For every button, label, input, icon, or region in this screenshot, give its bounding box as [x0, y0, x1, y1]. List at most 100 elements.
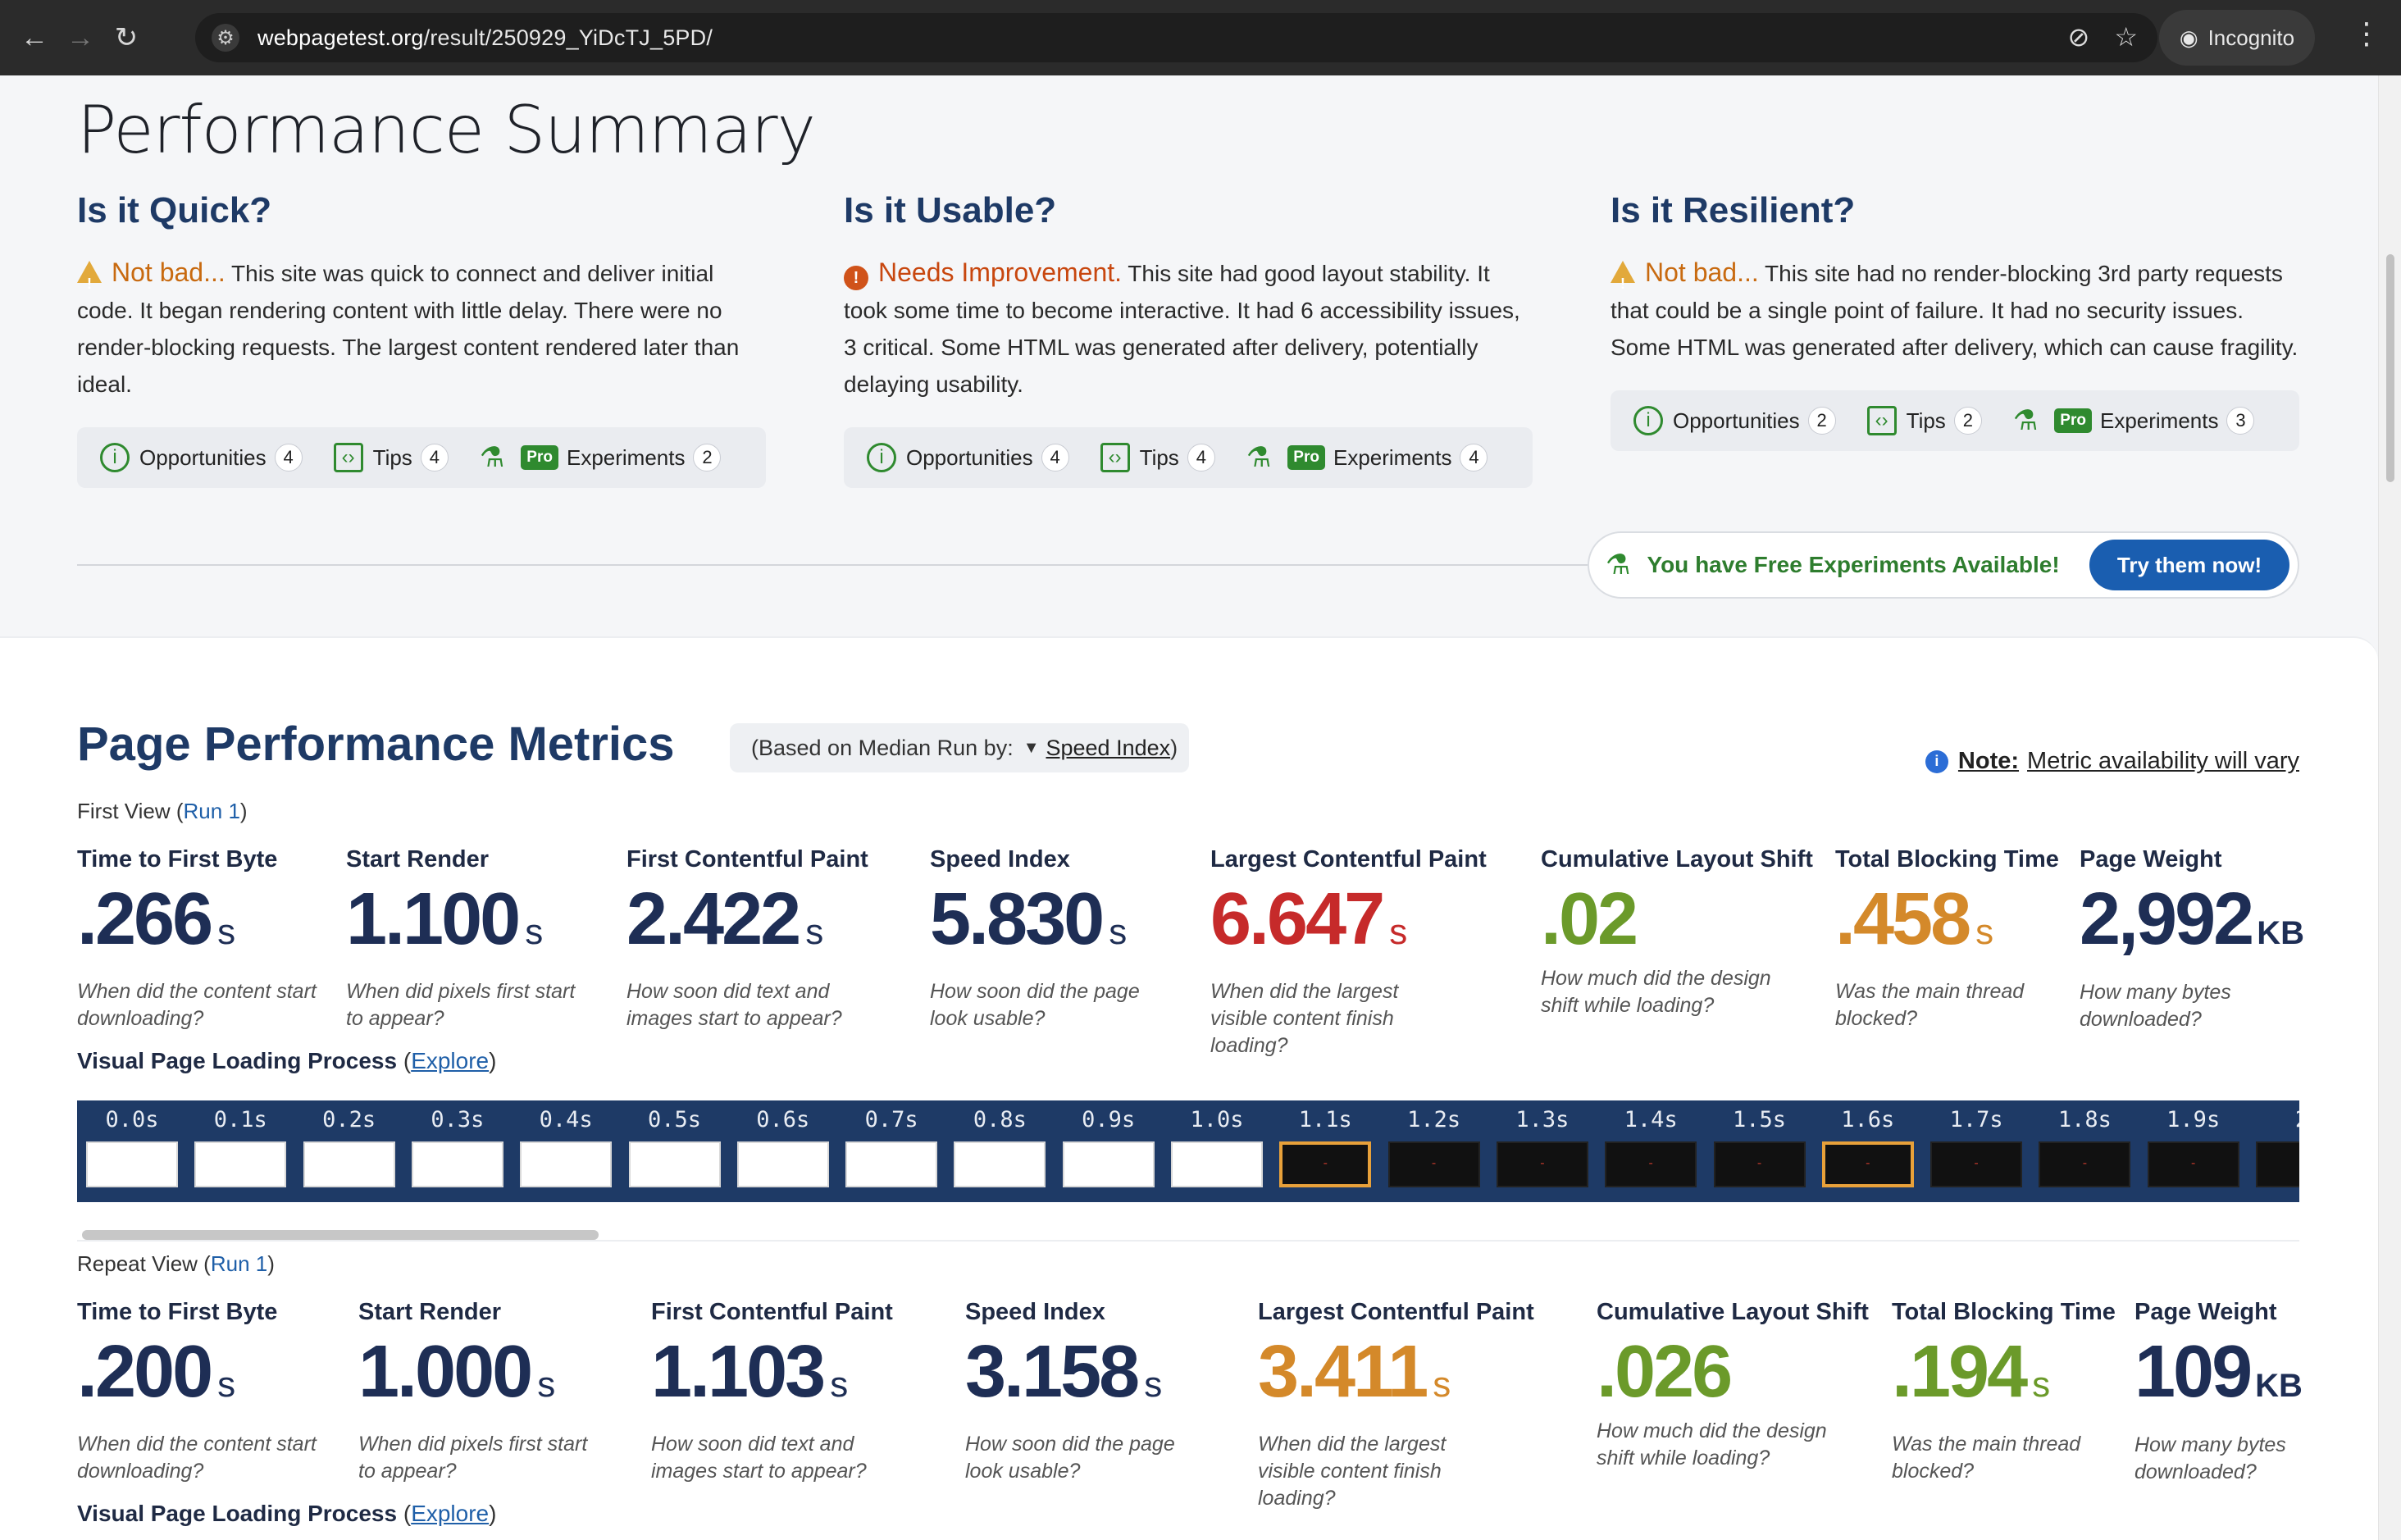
filmstrip-frame[interactable]: 1.5s	[1706, 1100, 1814, 1202]
summary-actions: i Opportunities 4 ‹› Tips 4 ⚗ Pro Experiments 4	[844, 427, 1533, 488]
opportunities-button[interactable]: i Opportunities 2	[1633, 406, 1836, 435]
browser-menu-icon[interactable]: ⋮	[2352, 16, 2381, 51]
filmstrip-frame[interactable]: 1.3s	[1488, 1100, 1597, 1202]
experiments-button[interactable]: ⚗ Pro Experiments 3	[2013, 404, 2255, 437]
metric-time-to-first-byte: Time to First Byte .200 s When did the cont…	[77, 1299, 323, 1485]
filmstrip-frame[interactable]: 1.9s	[2139, 1100, 2248, 1202]
experiments-button[interactable]: ⚗ Pro Experiments 4	[1246, 441, 1488, 474]
site-info-icon[interactable]: ⚙	[212, 24, 239, 52]
first-view-metrics: Time to First Byte .266 s When did the cont…	[77, 846, 2304, 1057]
incognito-badge[interactable]: ◉ Incognito	[2159, 10, 2315, 66]
page-scrollbar[interactable]	[2378, 75, 2401, 1540]
frame-thumbnail[interactable]	[520, 1141, 613, 1187]
filmstrip-frame[interactable]: 1.6s	[1814, 1100, 1922, 1202]
filmstrip-frame[interactable]: 0.8s	[945, 1100, 1054, 1202]
metric-description: How much did the design shift while load…	[1541, 967, 1771, 1017]
count-badge: 4	[1460, 444, 1488, 472]
repeat-view-run-link[interactable]: Run 1	[211, 1251, 267, 1276]
metric-name: Total Blocking Time	[1835, 846, 2059, 873]
frame-thumbnail[interactable]	[2039, 1141, 2131, 1187]
frame-thumbnail[interactable]	[1821, 1141, 1914, 1187]
tips-button[interactable]: ‹› Tips 2	[1866, 406, 1982, 435]
explore-link[interactable]: Explore	[411, 1501, 489, 1526]
filmstrip[interactable]: 0.0s 0.1s 0.2s 0.3s 0.4s 0.5s 0.6s 0.7s 0.8s 0.9s…	[77, 1100, 2299, 1202]
filmstrip-frame[interactable]: 0.2s	[295, 1100, 403, 1202]
summary-actions: i Opportunities 4 ‹› Tips 4 ⚗ Pro Experiments 2	[77, 427, 766, 488]
opportunities-button[interactable]: i Opportunities 4	[867, 443, 1069, 472]
opportunities-button[interactable]: i Opportunities 4	[100, 443, 303, 472]
frame-thumbnail[interactable]	[1930, 1141, 2023, 1187]
experiments-button[interactable]: ⚗ Pro Experiments 2	[480, 441, 722, 474]
note-text[interactable]: Metric availability will vary	[2027, 748, 2299, 775]
metric-unit: s	[217, 1365, 236, 1405]
filmstrip-frame[interactable]: 1.7s	[1922, 1100, 2030, 1202]
bookmark-star-icon[interactable]: ☆	[2114, 21, 2138, 52]
filmstrip-frame[interactable]: 0.0s	[78, 1100, 186, 1202]
frame-time: 0.2s	[322, 1107, 376, 1132]
back-icon[interactable]: ←	[11, 15, 57, 61]
filmstrip-frame[interactable]: 0.3s	[403, 1100, 512, 1202]
metric-name: Time to First Byte	[77, 846, 278, 873]
median-run-selector[interactable]: (Based on Median Run by: ▼ Speed Index )	[730, 723, 1189, 772]
frame-thumbnail[interactable]	[1171, 1141, 1263, 1187]
tips-icon: ‹›	[1866, 406, 1897, 435]
frame-thumbnail[interactable]	[954, 1141, 1046, 1187]
filmstrip-frame[interactable]: 1.0s	[1163, 1100, 1271, 1202]
frame-thumbnail[interactable]	[1279, 1141, 1372, 1187]
frame-thumbnail[interactable]	[411, 1141, 503, 1187]
filmstrip-frame[interactable]: 0.4s	[512, 1100, 620, 1202]
frame-thumbnail[interactable]	[86, 1141, 178, 1187]
frame-thumbnail[interactable]	[845, 1141, 938, 1187]
tips-button[interactable]: ‹› Tips 4	[333, 443, 449, 472]
page-scrollbar-thumb[interactable]	[2386, 254, 2394, 482]
frame-thumbnail[interactable]	[1605, 1141, 1697, 1187]
filmstrip-frame[interactable]: 0.9s	[1055, 1100, 1163, 1202]
reload-icon[interactable]: ↻	[103, 15, 149, 61]
filmstrip-frame[interactable]: 1.1s	[1271, 1100, 1379, 1202]
median-metric[interactable]: Speed Index	[1046, 736, 1171, 761]
metric-description: How soon did text and images start to ap…	[626, 980, 842, 1030]
filmstrip-frame[interactable]: 0.7s	[837, 1100, 945, 1202]
explore-link[interactable]: Explore	[411, 1048, 489, 1073]
summary-heading: Is it Resilient?	[1611, 190, 1856, 230]
filmstrip-frame[interactable]: 1.4s	[1597, 1100, 1705, 1202]
frame-thumbnail[interactable]	[1062, 1141, 1155, 1187]
frame-thumbnail[interactable]	[1387, 1141, 1480, 1187]
filmstrip-frame[interactable]: 1.2s	[1380, 1100, 1488, 1202]
filmstrip-scrollbar[interactable]	[77, 1227, 2299, 1242]
frame-thumbnail[interactable]	[1713, 1141, 1806, 1187]
scrollbar-thumb[interactable]	[82, 1230, 599, 1240]
summary-column: Is it Resilient? Not bad... This site had…	[1611, 190, 2299, 451]
first-view-vplp: Visual Page Loading Process (Explore)	[77, 1048, 497, 1073]
metric-availability-note[interactable]: i Note: Metric availability will vary	[1925, 748, 2299, 775]
frame-thumbnail[interactable]	[736, 1141, 829, 1187]
address-bar[interactable]: ⚙ webpagetest.org/result/250929_YiDcTJ_5…	[195, 13, 2157, 62]
first-view-run-link[interactable]: Run 1	[184, 799, 240, 823]
tracking-protection-icon[interactable]: ⊘	[2068, 21, 2090, 52]
metric-value: 6.647 s	[1210, 878, 1408, 960]
frame-thumbnail[interactable]	[303, 1141, 395, 1187]
filmstrip-frame[interactable]: 2	[2248, 1100, 2299, 1202]
tips-button[interactable]: ‹› Tips 4	[1100, 443, 1215, 472]
repeat-view-label: Repeat View (Run 1)	[77, 1251, 275, 1276]
frame-thumbnail[interactable]	[2256, 1141, 2299, 1187]
filmstrip-frame[interactable]: 0.5s	[621, 1100, 729, 1202]
frame-thumbnail[interactable]	[1496, 1141, 1588, 1187]
metric-description: How soon did text and images start to ap…	[651, 1433, 867, 1483]
pro-badge: Pro	[1287, 445, 1325, 470]
metric-description: How much did the design shift while load…	[1597, 1419, 1827, 1469]
frame-thumbnail[interactable]	[194, 1141, 287, 1187]
summary-actions: i Opportunities 2 ‹› Tips 2 ⚗ Pro Experiments 3	[1611, 390, 2299, 451]
forward-icon[interactable]: →	[57, 15, 103, 61]
frame-thumbnail[interactable]	[2147, 1141, 2239, 1187]
url-text[interactable]: webpagetest.org/result/250929_YiDcTJ_5PD…	[257, 25, 713, 51]
filmstrip-frame[interactable]: 1.8s	[2030, 1100, 2139, 1202]
frame-thumbnail[interactable]	[628, 1141, 721, 1187]
try-them-now-button[interactable]: Try them now!	[2089, 540, 2289, 590]
incognito-icon: ◉	[2179, 25, 2198, 50]
metric-speed-index: Speed Index 3.158 s How soon did the page l…	[965, 1299, 1211, 1485]
metric-first-contentful-paint: First Contentful Paint 2.422 s How soon did…	[626, 846, 872, 1032]
summary-column: Is it Usable?! Needs Improvement. This si…	[844, 190, 1533, 488]
filmstrip-frame[interactable]: 0.6s	[729, 1100, 837, 1202]
filmstrip-frame[interactable]: 0.1s	[186, 1100, 294, 1202]
